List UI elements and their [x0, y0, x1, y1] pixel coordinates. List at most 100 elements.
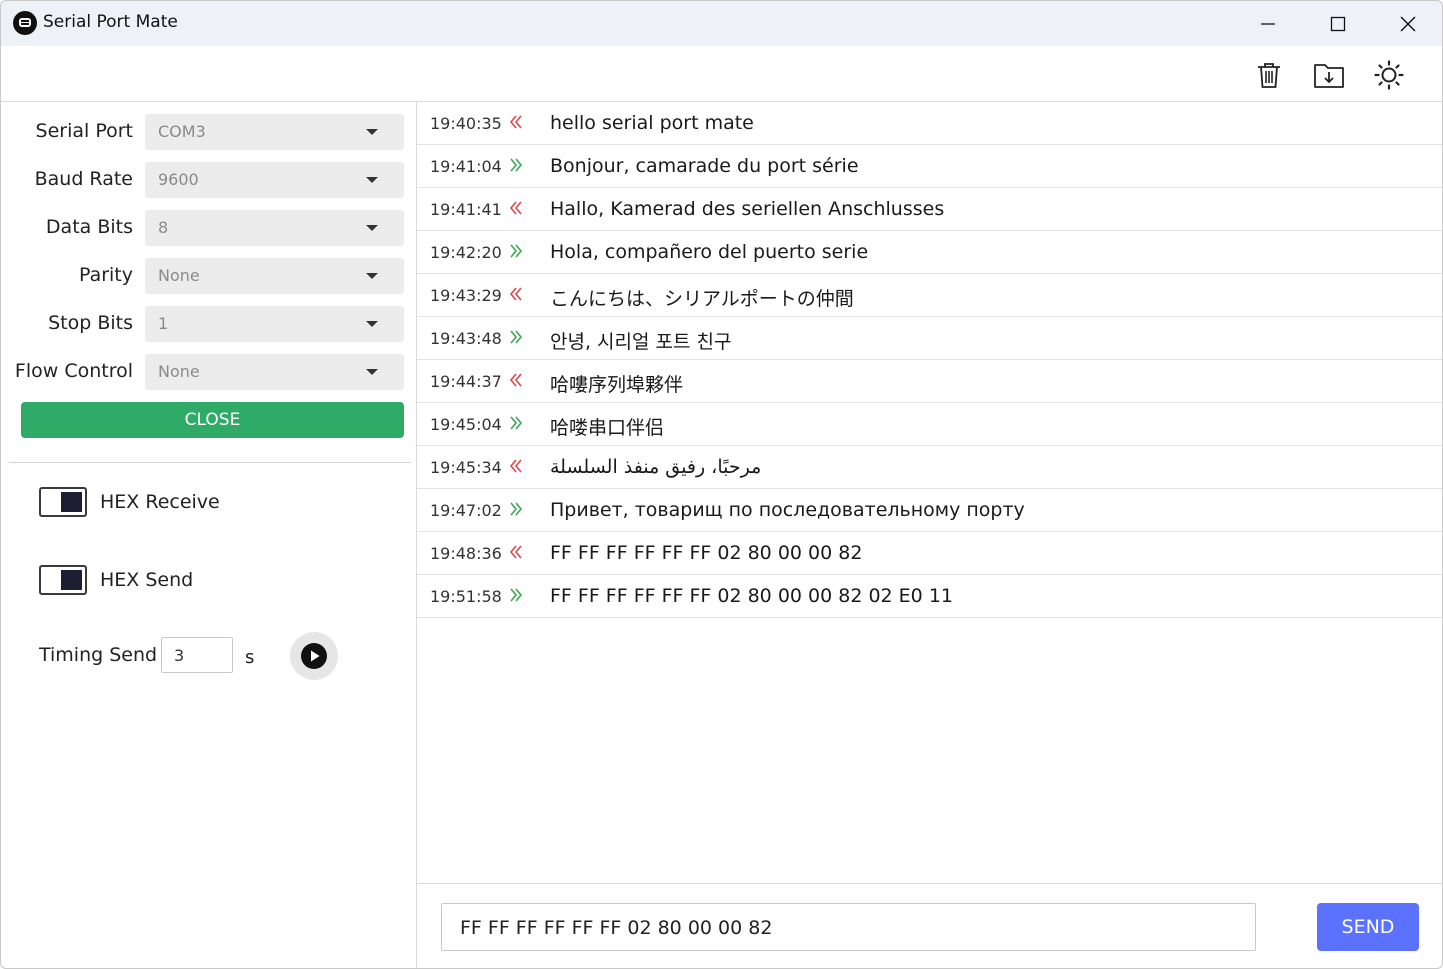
settings-panel: Serial Port COM3 Baud Rate 9600 Data Bit…: [1, 102, 417, 968]
log-timestamp: 19:51:58: [430, 587, 502, 606]
log-message: Привет, товарищ по последовательному пор…: [550, 499, 1025, 521]
hex-send-toggle[interactable]: [39, 565, 87, 595]
flow-control-label: Flow Control: [14, 360, 133, 382]
log-message: 안녕, 시리얼 포트 친구: [550, 331, 732, 353]
log-timestamp: 19:48:36: [430, 544, 502, 563]
log-message: 哈嘍序列埠夥伴: [550, 374, 684, 396]
close-window-button[interactable]: [1373, 1, 1442, 46]
log-message: こんにちは、シリアルポートの仲間: [550, 288, 854, 310]
log-timestamp: 19:40:35: [430, 114, 502, 133]
timing-send-label: Timing Send: [39, 644, 158, 666]
send-input[interactable]: FF FF FF FF FF FF 02 80 00 00 82: [441, 903, 1256, 951]
log-message: 哈喽串口伴侣: [550, 417, 665, 439]
serial-port-select[interactable]: COM3: [145, 114, 404, 150]
hex-send-label: HEX Send: [100, 569, 194, 591]
log-timestamp: 19:47:02: [430, 501, 502, 520]
start-timing-send-button[interactable]: [290, 632, 338, 680]
log-timestamp: 19:41:41: [430, 200, 502, 219]
toggle-knob: [61, 492, 82, 512]
play-icon: [301, 643, 327, 669]
flow-control-value: None: [158, 362, 200, 381]
parity-value: None: [158, 266, 200, 285]
log-message: hello serial port mate: [550, 112, 754, 134]
log-message: مرحبًا، رفيق منفذ السلسلة: [550, 456, 762, 478]
window-title: Serial Port Mate: [43, 12, 178, 32]
maximize-button[interactable]: [1303, 1, 1373, 46]
parity-row: Parity None: [1, 258, 417, 294]
log-row: 19:43:29 こんにちは、シリアルポートの仲間: [417, 274, 1442, 317]
log-timestamp: 19:43:29: [430, 286, 502, 305]
stop-bits-label: Stop Bits: [48, 312, 133, 334]
sent-arrow-icon: [510, 330, 523, 344]
timing-interval-input[interactable]: 3: [161, 637, 233, 673]
close-icon: [1400, 16, 1416, 31]
save-log-button[interactable]: [1312, 58, 1346, 92]
serial-port-label: Serial Port: [35, 120, 133, 142]
sent-arrow-icon: [510, 416, 523, 430]
clear-log-button[interactable]: [1252, 58, 1286, 92]
received-arrow-icon: [509, 287, 522, 301]
serial-port-value: COM3: [158, 122, 206, 141]
minimize-icon: [1261, 22, 1275, 25]
send-area: FF FF FF FF FF FF 02 80 00 00 82 SEND: [417, 883, 1442, 968]
log-row: 19:41:04 Bonjour, camarade du port série: [417, 145, 1442, 188]
log-timestamp: 19:45:04: [430, 415, 502, 434]
toggle-knob: [61, 570, 82, 590]
hex-receive-label: HEX Receive: [100, 491, 220, 513]
data-bits-row: Data Bits 8: [1, 210, 417, 246]
divider: [9, 462, 411, 463]
sent-arrow-icon: [510, 588, 523, 602]
sun-theme-icon: [1374, 60, 1404, 90]
sent-arrow-icon: [510, 502, 523, 516]
app-window: Serial Port Mate Serial Port COM3 Baud R…: [0, 0, 1443, 969]
baud-rate-value: 9600: [158, 170, 199, 189]
dropdown-arrow-icon: [366, 273, 378, 279]
dropdown-arrow-icon: [366, 177, 378, 183]
serial-port-row: Serial Port COM3: [1, 114, 417, 150]
received-arrow-icon: [509, 373, 522, 387]
download-folder-icon: [1314, 64, 1344, 88]
message-log: 19:40:35 hello serial port mate 19:41:04 Bo…: [417, 102, 1442, 884]
received-arrow-icon: [509, 545, 522, 559]
parity-label: Parity: [78, 264, 133, 286]
log-timestamp: 19:45:34: [430, 458, 502, 477]
log-row: 19:44:37 哈嘍序列埠夥伴: [417, 360, 1442, 403]
data-bits-select[interactable]: 8: [145, 210, 404, 246]
log-row: 19:43:48 안녕, 시리얼 포트 친구: [417, 317, 1442, 360]
log-timestamp: 19:44:37: [430, 372, 502, 391]
dropdown-arrow-icon: [366, 225, 378, 231]
data-bits-label: Data Bits: [45, 216, 133, 238]
received-arrow-icon: [509, 201, 522, 215]
timing-unit-label: s: [245, 647, 255, 668]
flow-control-select[interactable]: None: [145, 354, 404, 390]
hex-receive-toggle[interactable]: [39, 487, 87, 517]
log-message: Bonjour, camarade du port série: [550, 155, 859, 177]
received-arrow-icon: [509, 459, 522, 473]
trash-icon: [1258, 63, 1280, 88]
close-port-button[interactable]: CLOSE: [21, 402, 404, 438]
log-message: FF FF FF FF FF FF 02 80 00 00 82 02 E0 1…: [550, 585, 953, 607]
log-message: Hallo, Kamerad des seriellen Anschlusses: [550, 198, 945, 220]
log-row: 19:41:41 Hallo, Kamerad des seriellen Ans…: [417, 188, 1442, 231]
data-bits-value: 8: [158, 218, 169, 237]
dropdown-arrow-icon: [366, 129, 378, 135]
dropdown-arrow-icon: [366, 321, 378, 327]
log-row: 19:45:04 哈喽串口伴侣: [417, 403, 1442, 446]
log-row: 19:51:58 FF FF FF FF FF FF 02 80 00 00 82…: [417, 575, 1442, 618]
stop-bits-select[interactable]: 1: [145, 306, 404, 342]
log-row: 19:48:36 FF FF FF FF FF FF 02 80 00 00 82: [417, 532, 1442, 575]
theme-toggle-button[interactable]: [1372, 58, 1406, 92]
minimize-button[interactable]: [1233, 1, 1303, 46]
sent-arrow-icon: [510, 244, 523, 258]
baud-rate-label: Baud Rate: [34, 168, 133, 190]
log-timestamp: 19:42:20: [430, 243, 502, 262]
parity-select[interactable]: None: [145, 258, 404, 294]
baud-rate-row: Baud Rate 9600: [1, 162, 417, 198]
send-button[interactable]: SEND: [1317, 903, 1419, 951]
flow-control-row: Flow Control None: [1, 354, 417, 390]
log-row: 19:47:02 Привет, товарищ по последователь…: [417, 489, 1442, 532]
log-timestamp: 19:43:48: [430, 329, 502, 348]
stop-bits-value: 1: [158, 314, 169, 333]
baud-rate-select[interactable]: 9600: [145, 162, 404, 198]
stop-bits-row: Stop Bits 1: [1, 306, 417, 342]
